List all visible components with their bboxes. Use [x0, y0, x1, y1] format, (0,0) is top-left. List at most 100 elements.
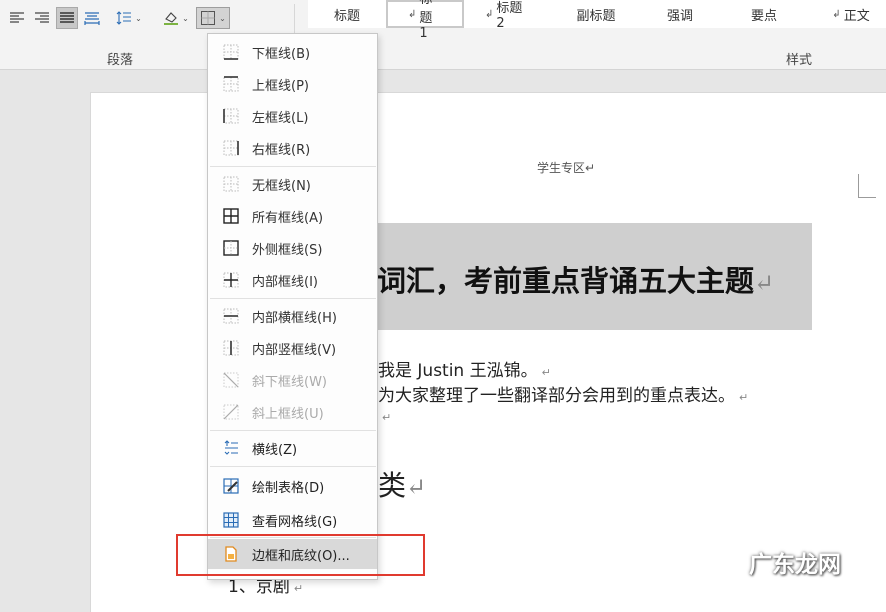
line-spacing-button[interactable]: ⌄	[112, 7, 146, 29]
menu-item-inside-vertical-border[interactable]: 内部竖框线(V)	[208, 333, 377, 363]
menu-item-draw-table[interactable]: 绘制表格(D)	[208, 471, 377, 501]
paragraph-mark-icon: ↲	[408, 8, 417, 20]
highlight-box	[176, 534, 425, 576]
style-item-label: 副标题	[576, 8, 616, 24]
distributed-icon	[84, 12, 100, 25]
menu-item-all-borders[interactable]: 所有框线(A)	[208, 201, 377, 231]
body-line-1[interactable]: 我是 Justin 王泓锦。 ↵	[378, 356, 551, 381]
align-left-icon	[10, 12, 24, 23]
heading-text: 类	[378, 469, 407, 502]
empty-paragraph[interactable]: ↵	[378, 406, 391, 426]
body-line-2[interactable]: 为大家整理了一些翻译部分会用到的重点表达。 ↵	[378, 381, 748, 406]
align-right-icon	[35, 12, 49, 23]
menu-item-horizontal-line[interactable]: 横线(Z)	[208, 433, 377, 463]
justify-icon	[60, 12, 74, 23]
document-title[interactable]: 词汇，考前重点背诵五大主题↵	[377, 258, 774, 300]
draw-table-icon	[222, 477, 240, 495]
paragraph-tools: ⌄ ⌄ ⌄	[0, 5, 233, 31]
menu-item-diagonal-up-border[interactable]: 斜上框线(U)	[208, 397, 377, 427]
view-gridlines-icon	[222, 511, 240, 529]
paragraph-mark: ↵	[541, 366, 551, 379]
style-item[interactable]: ↲ 正文	[806, 0, 886, 28]
line-spacing-icon	[116, 11, 132, 25]
borders-button[interactable]: ⌄	[196, 7, 230, 29]
styles-group-label: 样式	[786, 53, 813, 68]
distributed-button[interactable]	[81, 7, 103, 29]
menu-separator	[210, 166, 376, 167]
style-item-label: 标题 2	[496, 1, 523, 31]
menu-item-label: 上框线(P)	[252, 78, 309, 94]
chevron-down-icon: ⌄	[135, 13, 142, 23]
top-border-icon	[222, 75, 240, 93]
style-item[interactable]: 强调	[638, 0, 722, 28]
paragraph-mark: ↵	[293, 582, 304, 595]
margin-corner-mark	[858, 174, 876, 198]
paragraph-mark-icon: ↲	[485, 8, 494, 20]
style-item[interactable]: 标题	[308, 0, 386, 28]
menu-item-label: 所有框线(A)	[252, 210, 324, 226]
menu-item-label: 无框线(N)	[252, 178, 311, 194]
style-item[interactable]: ↲标题 1	[386, 0, 464, 41]
menu-separator	[210, 466, 376, 467]
list-item-text: 1、京剧	[228, 577, 290, 597]
shading-icon	[164, 12, 179, 25]
style-item[interactable]: 要点	[722, 0, 806, 28]
menu-item-view-gridlines[interactable]: 查看网格线(G)	[208, 505, 377, 535]
borders-menu: 下框线(B) 上框线(P) 左框线(L) 右框线(R) 无框线(N) 所有框线(A) 外侧框…	[207, 33, 378, 580]
menu-item-diagonal-down-border[interactable]: 斜下框线(W)	[208, 365, 377, 395]
bottom-border-icon	[222, 43, 240, 61]
justify-button[interactable]	[56, 7, 78, 29]
no-border-icon	[222, 175, 240, 193]
watermark: 广东龙网	[749, 552, 841, 578]
menu-item-top-border[interactable]: 上框线(P)	[208, 69, 377, 99]
diagonal-down-border-icon	[222, 371, 240, 389]
menu-item-bottom-border[interactable]: 下框线(B)	[208, 37, 377, 67]
style-item-label: 标题	[333, 8, 360, 24]
styles-gallery: 标题↲标题 1↲标题 2副标题强调要点↲正文	[308, 0, 886, 41]
horizontal-line-icon	[222, 439, 240, 457]
shading-button[interactable]: ⌄	[159, 7, 193, 29]
menu-item-label: 左框线(L)	[252, 110, 309, 126]
style-item-label: 要点	[750, 8, 777, 24]
menu-item-label: 绘制表格(D)	[252, 480, 325, 496]
line-text: 为大家整理了一些翻译部分会用到的重点表达。	[378, 386, 735, 406]
menu-item-left-border[interactable]: 左框线(L)	[208, 101, 377, 131]
chevron-down-icon: ⌄	[219, 13, 226, 23]
paragraph-mark: ↵	[754, 269, 775, 297]
align-right-button[interactable]	[31, 7, 53, 29]
inside-borders-icon	[222, 271, 240, 289]
style-item[interactable]: ↲ 标题 2	[464, 0, 554, 31]
inside-horizontal-border-icon	[222, 307, 240, 325]
style-item-label: 正文	[843, 8, 870, 24]
menu-item-label: 查看网格线(G)	[252, 514, 338, 530]
right-border-icon	[222, 139, 240, 157]
line-text: 我是 Justin 王泓锦。	[378, 361, 538, 381]
menu-item-no-border[interactable]: 无框线(N)	[208, 169, 377, 199]
menu-separator	[210, 430, 376, 431]
borders-icon	[201, 11, 216, 25]
ribbon: ⌄ ⌄ ⌄ 段落 标题↲标题 1↲标题 2副标题强调要点↲正文 样式	[0, 0, 886, 70]
menu-item-label: 横线(Z)	[252, 442, 298, 458]
paragraph-mark: ↵	[739, 391, 749, 404]
inside-vertical-border-icon	[222, 339, 240, 357]
menu-item-inside-horizontal-border[interactable]: 内部横框线(H)	[208, 301, 377, 331]
section-heading[interactable]: 类↵	[378, 464, 426, 504]
menu-item-label: 外侧框线(S)	[252, 242, 323, 258]
paragraph-group-label: 段落	[107, 53, 134, 68]
menu-item-outside-borders[interactable]: 外侧框线(S)	[208, 233, 377, 263]
style-item[interactable]: 副标题	[554, 0, 638, 28]
menu-item-label: 内部横框线(H)	[252, 310, 337, 326]
paragraph-mark: ↵	[406, 473, 427, 501]
all-borders-icon	[222, 207, 240, 225]
diagonal-up-border-icon	[222, 403, 240, 421]
align-left-button[interactable]	[6, 7, 28, 29]
menu-item-inside-borders[interactable]: 内部框线(I)	[208, 265, 377, 295]
menu-item-label: 下框线(B)	[252, 46, 311, 62]
paragraph-mark: ↵	[382, 411, 392, 424]
menu-item-label: 斜上框线(U)	[252, 406, 324, 422]
style-item-label: 标题 1	[419, 0, 433, 41]
menu-item-right-border[interactable]: 右框线(R)	[208, 133, 377, 163]
outside-borders-icon	[222, 239, 240, 257]
menu-item-label: 内部框线(I)	[252, 274, 318, 290]
menu-item-label: 右框线(R)	[252, 142, 311, 158]
